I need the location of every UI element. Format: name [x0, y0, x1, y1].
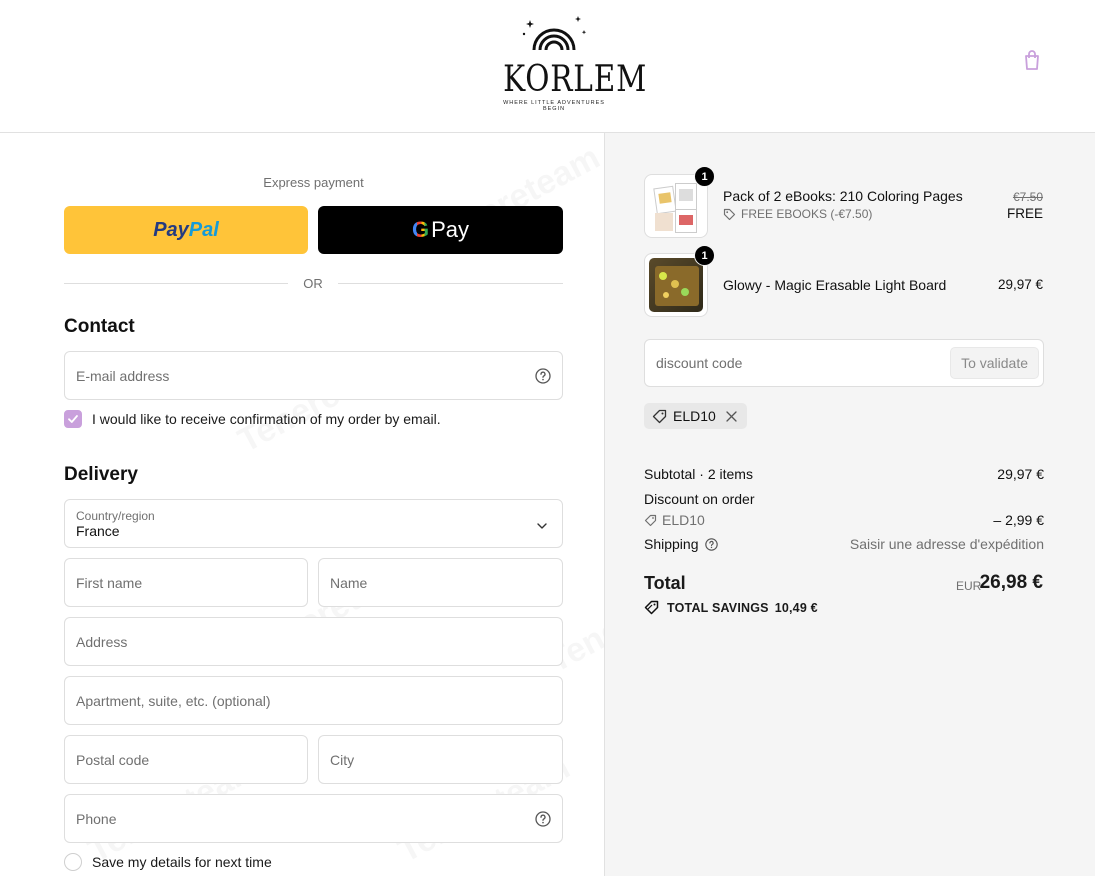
- discount-value: – 2,99 €: [993, 512, 1044, 528]
- postal-code-field[interactable]: Postal code: [64, 735, 308, 784]
- cart-item-price: FREE: [1006, 206, 1043, 221]
- cart-item-discount: FREE EBOOKS (-€7.50): [723, 207, 872, 221]
- subtotal-row: Subtotal · 2 items 29,97 €: [644, 466, 1044, 482]
- validate-discount-button[interactable]: To validate: [950, 347, 1039, 379]
- discount-label: Discount on order: [644, 491, 755, 507]
- ebook-cover-image: [649, 179, 703, 233]
- help-circle-icon[interactable]: [535, 810, 551, 827]
- quantity-badge: 1: [694, 245, 715, 266]
- checkmark-icon: [68, 415, 78, 423]
- apartment-placeholder: Apartment, suite, etc. (optional): [76, 692, 271, 709]
- product-thumbnail: 1: [644, 166, 715, 238]
- total-currency: EUR: [956, 579, 982, 593]
- save-details-label: Save my details for next time: [92, 854, 272, 870]
- subtotal-label: Subtotal · 2 items: [644, 466, 753, 482]
- remove-discount-close-icon[interactable]: [726, 410, 737, 422]
- phone-field[interactable]: Phone: [64, 794, 563, 843]
- discount-row: Discount on order: [644, 491, 1044, 507]
- total-savings: TOTAL SAVINGS 10,49 €: [644, 600, 818, 615]
- applied-discount-code: ELD10: [673, 408, 716, 424]
- shipping-label-wrap: Shipping: [644, 536, 718, 552]
- paypal-wordmark-part2: Pal: [188, 218, 219, 241]
- address-placeholder: Address: [76, 633, 128, 650]
- shipping-label: Shipping: [644, 536, 699, 552]
- quantity-badge: 1: [694, 166, 715, 187]
- first-name-placeholder: First name: [76, 574, 143, 591]
- apartment-field[interactable]: Apartment, suite, etc. (optional): [64, 676, 563, 725]
- price-tag-icon: [723, 208, 736, 220]
- cart-item-discount-label: FREE EBOOKS (-€7.50): [741, 207, 873, 221]
- save-details-row[interactable]: Save my details for next time: [64, 853, 272, 871]
- total-label: Total: [644, 573, 686, 593]
- savings-label: TOTAL SAVINGS: [667, 600, 769, 615]
- city-field[interactable]: City: [318, 735, 563, 784]
- paypal-button[interactable]: Pay Pal: [64, 206, 308, 254]
- paypal-wordmark-part1: Pay: [153, 218, 189, 241]
- divider: [64, 283, 288, 284]
- email-optin-label: I would like to receive confirmation of …: [92, 411, 441, 427]
- country-select[interactable]: Country/region France: [64, 499, 563, 548]
- shipping-row: Shipping Saisir une adresse d'expédition: [644, 536, 1044, 552]
- brand-tagline: WHERE LITTLE ADVENTURES BEGIN: [503, 100, 605, 112]
- email-placeholder: E-mail address: [76, 367, 170, 384]
- cart-item-original-price: €7.50: [1013, 189, 1043, 204]
- google-g-icon: G: [411, 217, 430, 242]
- postal-code-placeholder: Postal code: [76, 751, 150, 768]
- cart-item-price: 29,97 €: [997, 277, 1043, 292]
- price-tag-icon: [652, 409, 667, 423]
- price-tag-icon: [644, 514, 657, 526]
- help-circle-icon[interactable]: [535, 367, 551, 384]
- first-name-field[interactable]: First name: [64, 558, 308, 607]
- cart-item-name: Pack of 2 eBooks: 210 Coloring Pages: [723, 188, 963, 204]
- discount-code-field[interactable]: discount code To validate: [644, 339, 1044, 387]
- delivery-heading: Delivery: [64, 464, 138, 485]
- email-optin-checkbox[interactable]: [64, 410, 82, 428]
- discount-code-text: ELD10: [662, 512, 705, 528]
- shopping-bag-icon[interactable]: [1020, 48, 1044, 72]
- cart-item-name: Glowy - Magic Erasable Light Board: [723, 277, 947, 293]
- savings-value: 10,49 €: [774, 600, 818, 615]
- discount-code-placeholder: discount code: [656, 355, 743, 371]
- or-separator: OR: [303, 276, 323, 291]
- shipping-value: Saisir une adresse d'expédition: [849, 536, 1044, 552]
- brand-logo[interactable]: KORLEM WHERE LITTLE ADVENTURES BEGIN: [492, 10, 648, 112]
- subtotal-value: 29,97 €: [997, 466, 1044, 482]
- country-value: France: [76, 523, 120, 539]
- google-pay-button[interactable]: G Pay: [318, 206, 563, 254]
- last-name-field[interactable]: Name: [318, 558, 563, 607]
- original-price: €7.50: [1012, 190, 1043, 204]
- help-circle-icon[interactable]: [704, 537, 718, 551]
- light-board-image: [649, 258, 703, 312]
- product-thumbnail: 1: [644, 245, 715, 317]
- phone-placeholder: Phone: [76, 810, 117, 827]
- discount-code-tag: ELD10: [644, 512, 705, 528]
- last-name-placeholder: Name: [330, 574, 368, 591]
- divider: [338, 283, 563, 284]
- chevron-down-icon: [536, 519, 548, 531]
- brand-name: KORLEM: [503, 59, 648, 100]
- rainbow-logo-icon: [522, 16, 587, 51]
- save-details-checkbox[interactable]: [64, 853, 82, 871]
- discount-code-row: ELD10 – 2,99 €: [644, 512, 1044, 530]
- city-placeholder: City: [330, 751, 355, 768]
- country-label: Country/region: [76, 509, 155, 523]
- google-pay-label: Pay: [431, 217, 470, 242]
- address-field[interactable]: Address: [64, 617, 563, 666]
- site-header: KORLEM WHERE LITTLE ADVENTURES BEGIN: [0, 0, 1095, 133]
- total-value: 26,98 €: [979, 572, 1043, 593]
- email-optin-row[interactable]: I would like to receive confirmation of …: [64, 410, 441, 428]
- savings-tag-icon: [644, 600, 659, 615]
- email-field[interactable]: E-mail address: [64, 351, 563, 400]
- applied-discount-chip: ELD10: [644, 403, 747, 429]
- contact-heading: Contact: [64, 316, 135, 337]
- express-payment-label: Express payment: [263, 175, 364, 190]
